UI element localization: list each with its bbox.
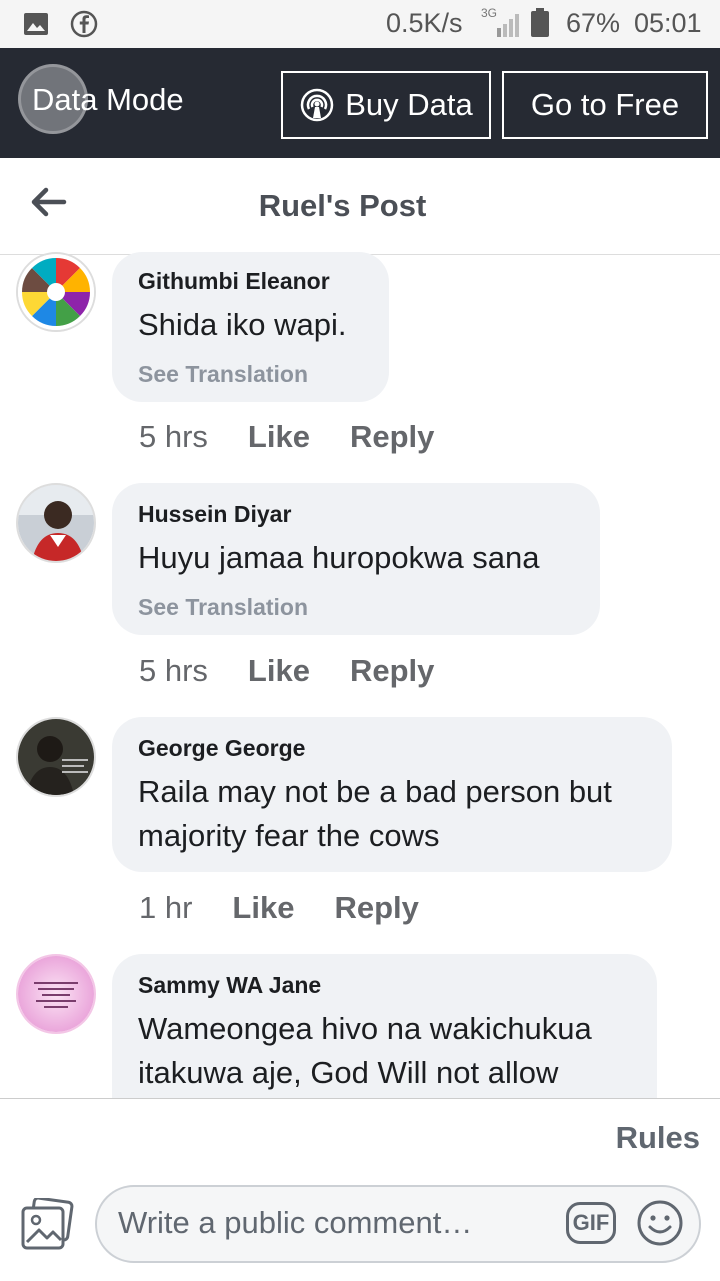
rules-link[interactable]: Rules [616, 1120, 700, 1156]
see-translation-link[interactable]: See Translation [138, 594, 574, 621]
network-type: 3G [481, 6, 498, 20]
comment-text: Huyu jamaa huropokwa sana [138, 540, 540, 575]
gif-label: GIF [572, 1210, 610, 1235]
comment-author[interactable]: Sammy WA Jane [138, 972, 631, 999]
signal-icon [497, 14, 519, 37]
clock: 05:01 [634, 8, 702, 38]
see-translation-link[interactable]: See Translation [138, 361, 363, 388]
gallery-icon [24, 13, 48, 35]
buy-data-label: Buy Data [345, 87, 473, 122]
like-button[interactable]: Like [232, 890, 294, 926]
comment-actions: 5 hrs Like Reply [139, 419, 434, 455]
avatar[interactable] [16, 483, 96, 563]
go-to-free-button[interactable]: Go to Free [502, 71, 708, 139]
comment-actions: 5 hrs Like Reply [139, 653, 434, 689]
like-button[interactable]: Like [248, 419, 310, 455]
comment-text: Shida iko wapi. [138, 307, 347, 342]
reply-button[interactable]: Reply [350, 653, 434, 689]
data-mode-label: Data Mode [32, 82, 184, 117]
comment-text: Raila may not be a bad person but majori… [138, 774, 612, 853]
battery-icon [531, 8, 549, 37]
comment-bubble[interactable]: George George Raila may not be a bad per… [112, 717, 672, 872]
photo-icon[interactable] [20, 1198, 74, 1250]
page-title: Ruel's Post [258, 188, 427, 223]
buy-data-button[interactable]: Buy Data [281, 71, 491, 139]
network-speed: 0.5K/s [386, 8, 463, 38]
broadcast-icon [300, 88, 334, 122]
comment-author[interactable]: Hussein Diyar [138, 501, 574, 528]
go-to-free-label: Go to Free [530, 87, 680, 122]
reply-button[interactable]: Reply [334, 890, 418, 926]
comment-text: Wameongea hivo na wakichukua itakuwa aje… [138, 1011, 592, 1090]
emoji-icon[interactable] [636, 1199, 684, 1247]
comment-bubble[interactable]: Hussein Diyar Huyu jamaa huropokwa sana … [112, 483, 600, 635]
status-bar: 0.5K/s 3G 67% 05:01 [0, 0, 720, 48]
comment-time: 1 hr [139, 890, 193, 925]
comment-time: 5 hrs [139, 419, 208, 454]
reply-button[interactable]: Reply [350, 419, 434, 455]
comment-author[interactable]: George George [138, 735, 646, 762]
battery-level: 67% [566, 8, 621, 38]
avatar[interactable] [16, 252, 96, 332]
comment-time: 5 hrs [139, 653, 208, 688]
avatar[interactable] [16, 717, 96, 797]
comment-placeholder: Write a public comment… [118, 1205, 473, 1240]
avatar[interactable] [16, 954, 96, 1034]
gif-icon[interactable]: GIF [566, 1202, 616, 1244]
like-button[interactable]: Like [248, 653, 310, 689]
facebook-icon [70, 10, 98, 38]
comment-bubble[interactable]: Githumbi Eleanor Shida iko wapi. See Tra… [112, 252, 389, 402]
comment-bubble[interactable]: Sammy WA Jane Wameongea hivo na wakichuk… [112, 954, 657, 1114]
comment-actions: 1 hr Like Reply [139, 890, 419, 926]
comment-author[interactable]: Githumbi Eleanor [138, 268, 363, 295]
